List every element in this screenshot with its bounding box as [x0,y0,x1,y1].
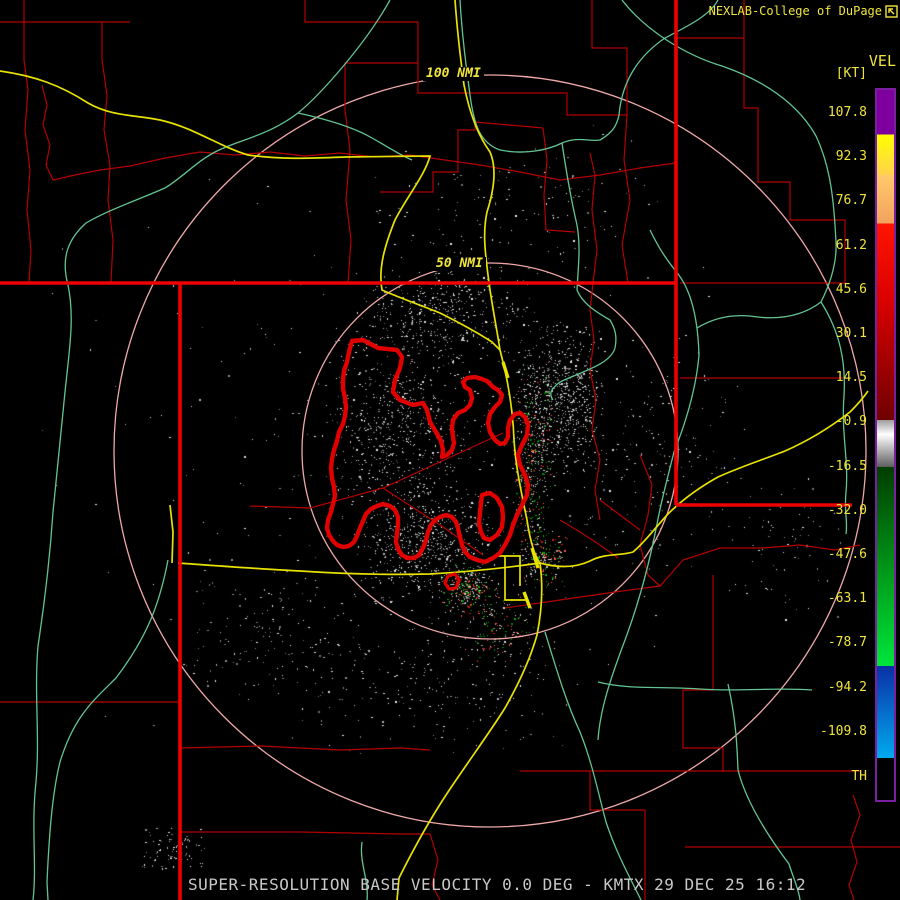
rivers-layer [33,0,847,900]
colorbar-tick: 92.3 [819,149,867,164]
range-ring-label-50nmi: 50 NMI [433,257,486,271]
colorbar-tick: 30.1 [819,326,867,341]
colorbar-threshold-label: TH [819,769,867,784]
colorbar-tick: 61.2 [819,238,867,253]
utah-lake-outline [479,493,503,540]
colorbar-tick: -16.5 [819,459,867,474]
velocity-color-scale [875,88,896,802]
brand-label: NEXLAB-College of DuPage [709,4,882,18]
colorbar-tick: -109.8 [819,724,867,739]
colorbar-title: VEL [869,52,896,70]
nexlab-brand[interactable]: NEXLAB-College of DuPage [709,4,898,18]
colorbar-tick: 76.7 [819,193,867,208]
colorbar-tick: 45.6 [819,282,867,297]
state-borders-layer [0,0,852,900]
colorbar-tick: -0.9 [819,414,867,429]
range-rings [114,75,866,827]
colorbar-tick: -63.1 [819,591,867,606]
great-salt-lake-outline [327,340,528,562]
colorbar-tick: 14.5 [819,370,867,385]
small-lake-outline [445,574,459,589]
colorbar-tick: -32.0 [819,503,867,518]
colorbar-unit: [KT] [836,66,867,81]
colorbar-tick: 107.8 [819,105,867,120]
radar-display[interactable]: NEXLAB-College of DuPage 100 NMI 50 NMI … [0,0,900,900]
range-ring-label-100nmi: 100 NMI [423,67,484,81]
radar-map [0,0,900,900]
external-link-icon [885,5,898,18]
colorbar-tick: -47.6 [819,547,867,562]
colorbar-tick: -78.7 [819,635,867,650]
lake-outlines-layer [327,340,528,589]
product-caption: SUPER-RESOLUTION BASE VELOCITY 0.0 DEG -… [188,875,806,894]
colorbar-tick: -94.2 [819,680,867,695]
